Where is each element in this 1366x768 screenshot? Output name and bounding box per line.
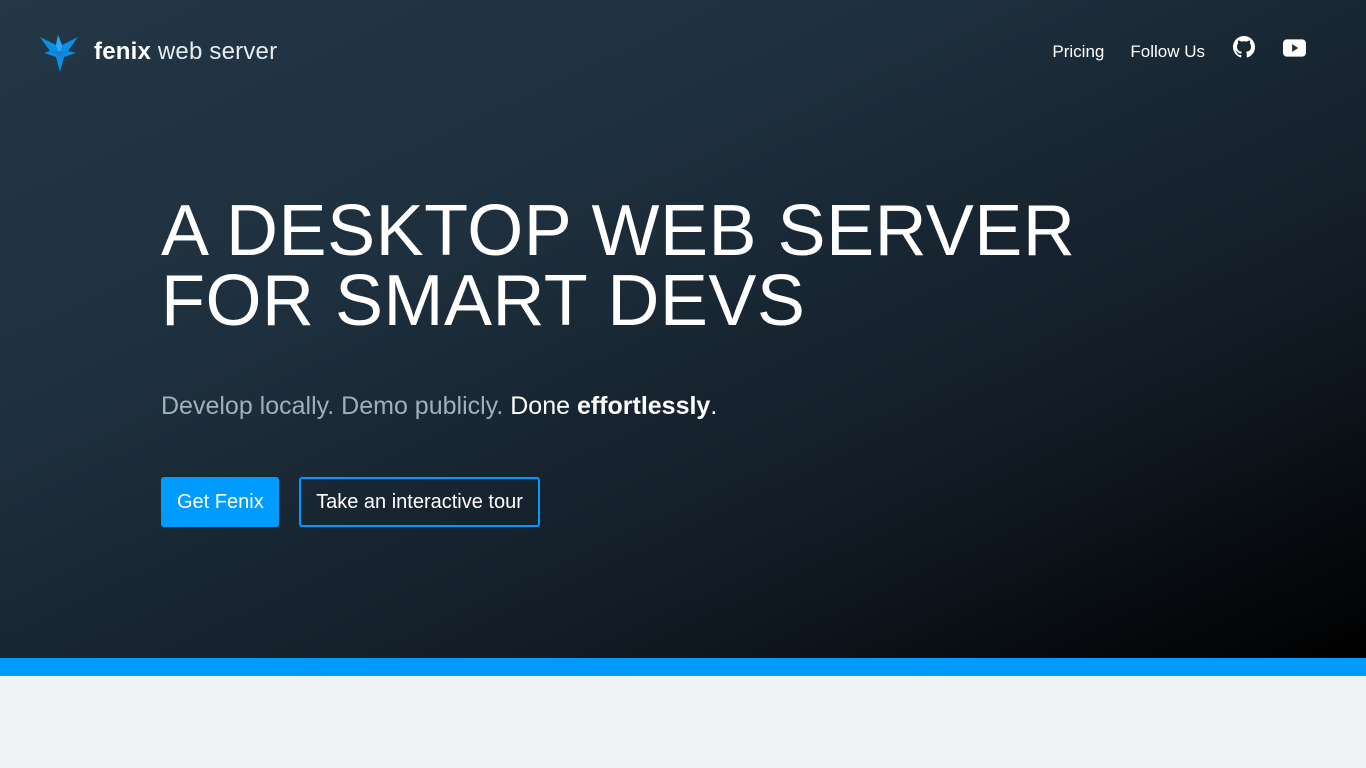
fenix-bird-icon [38,31,80,73]
interactive-tour-button[interactable]: Take an interactive tour [299,477,540,527]
accent-bar [0,658,1366,676]
get-fenix-button[interactable]: Get Fenix [161,477,279,527]
nav-follow-us[interactable]: Follow Us [1130,37,1205,67]
github-link[interactable] [1233,36,1255,68]
top-nav: Pricing Follow Us [1026,36,1306,68]
hero-title-line2: FOR SMART DEVS [161,261,806,341]
hero-section: fenix web server Pricing Follow Us A DES… [0,0,1366,658]
logo-text-bold: fenix [94,38,152,65]
hero-title-line1: A DESKTOP WEB SERVER [161,191,1076,271]
hero-title: A DESKTOP WEB SERVER FOR SMART DEVS [161,195,1161,337]
github-icon [1233,36,1255,68]
youtube-link[interactable] [1283,37,1306,67]
below-fold-section [0,676,1366,768]
tagline-end: . [710,392,718,420]
nav-pricing[interactable]: Pricing [1052,37,1104,67]
logo-text: fenix web server [94,38,277,66]
tagline-done: Done [510,392,570,420]
logo-text-light: web server [157,38,278,65]
hero-tagline: Develop locally. Demo publicly. Done eff… [161,392,717,421]
tagline-bold: effortlessly [576,392,711,420]
tagline-part1: Develop locally. Demo publicly. [161,392,504,420]
logo-link[interactable]: fenix web server [38,31,277,73]
youtube-icon [1283,37,1306,67]
